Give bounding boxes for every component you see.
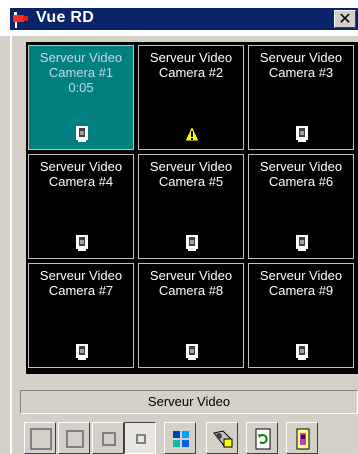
- camera-flag-icon: [13, 12, 28, 28]
- square-tiny-icon: [136, 434, 146, 444]
- camera-cell-server: Serveur Video: [149, 50, 233, 65]
- close-icon: ✕: [338, 9, 352, 28]
- snapshot-button[interactable]: [206, 422, 238, 454]
- camera-cell-server: Serveur Video: [259, 268, 343, 283]
- camera-cell-name: Camera #4: [48, 174, 114, 189]
- camera-cell-timer: 0:05: [68, 80, 94, 95]
- quad-color-icon: [173, 431, 189, 447]
- layout-2x2-button[interactable]: [58, 422, 90, 454]
- video-camera-icon: [76, 126, 88, 142]
- layout-4x4-button[interactable]: [124, 422, 156, 454]
- camera-cell-server: Serveur Video: [149, 159, 233, 174]
- exit-button[interactable]: [286, 422, 318, 454]
- door-exit-icon: [296, 428, 310, 450]
- camera-cell[interactable]: Serveur Video Camera #1 0:05: [28, 45, 134, 150]
- video-camera-icon: [296, 344, 308, 360]
- single-square-icon: [30, 428, 52, 450]
- video-camera-icon: [186, 344, 198, 360]
- camera-cell[interactable]: Serveur Video Camera #5: [138, 154, 244, 259]
- camera-cell[interactable]: Serveur Video Camera #2: [138, 45, 244, 150]
- camera-grid: Serveur Video Camera #1 0:05 Serveur Video C…: [26, 42, 358, 374]
- square-small-icon: [102, 432, 116, 446]
- camera-cell-server: Serveur Video: [39, 50, 123, 65]
- close-button[interactable]: ✕: [334, 10, 356, 28]
- camera-cell-name: Camera #5: [158, 174, 224, 189]
- title-bar: Vue RD ✕: [0, 0, 358, 36]
- camera-cell[interactable]: Serveur Video Camera #4: [28, 154, 134, 259]
- warning-icon: [184, 125, 200, 142]
- camera-cell[interactable]: Serveur Video Camera #8: [138, 263, 244, 368]
- video-camera-icon: [296, 126, 308, 142]
- camera-cell-server: Serveur Video: [259, 159, 343, 174]
- toolbar: [20, 418, 358, 454]
- camera-cell[interactable]: Serveur Video Camera #6: [248, 154, 354, 259]
- camera-cell-name: Camera #6: [268, 174, 334, 189]
- camera-cell-server: Serveur Video: [149, 268, 233, 283]
- square-medium-icon: [66, 430, 84, 448]
- camera-cell-name: Camera #1: [48, 65, 114, 80]
- camera-cell-name: Camera #8: [158, 283, 224, 298]
- video-camera-icon: [296, 235, 308, 251]
- camera-cell-server: Serveur Video: [39, 268, 123, 283]
- quad-view-button[interactable]: [164, 422, 196, 454]
- window-frame-edge: [10, 30, 12, 454]
- video-camera-icon: [76, 235, 88, 251]
- layout-1x1-button[interactable]: [24, 422, 56, 454]
- camera-cell-name: Camera #2: [158, 65, 224, 80]
- camera-cell[interactable]: Serveur Video Camera #7: [28, 263, 134, 368]
- camera-cell[interactable]: Serveur Video Camera #9: [248, 263, 354, 368]
- camera-cell-name: Camera #3: [268, 65, 334, 80]
- camera-cell-name: Camera #9: [268, 283, 334, 298]
- layout-3x3-button[interactable]: [92, 422, 124, 454]
- status-bar: Serveur Video: [20, 390, 358, 414]
- video-camera-icon: [186, 235, 198, 251]
- camera-cell[interactable]: Serveur Video Camera #3: [248, 45, 354, 150]
- camera-cell-name: Camera #7: [48, 283, 114, 298]
- window-title: Vue RD: [36, 9, 95, 26]
- refresh-button[interactable]: [246, 422, 278, 454]
- video-camera-icon: [76, 344, 88, 360]
- refresh-icon: [255, 428, 271, 450]
- camera-tool-icon: [213, 430, 233, 448]
- camera-cell-server: Serveur Video: [259, 50, 343, 65]
- camera-cell-server: Serveur Video: [39, 159, 123, 174]
